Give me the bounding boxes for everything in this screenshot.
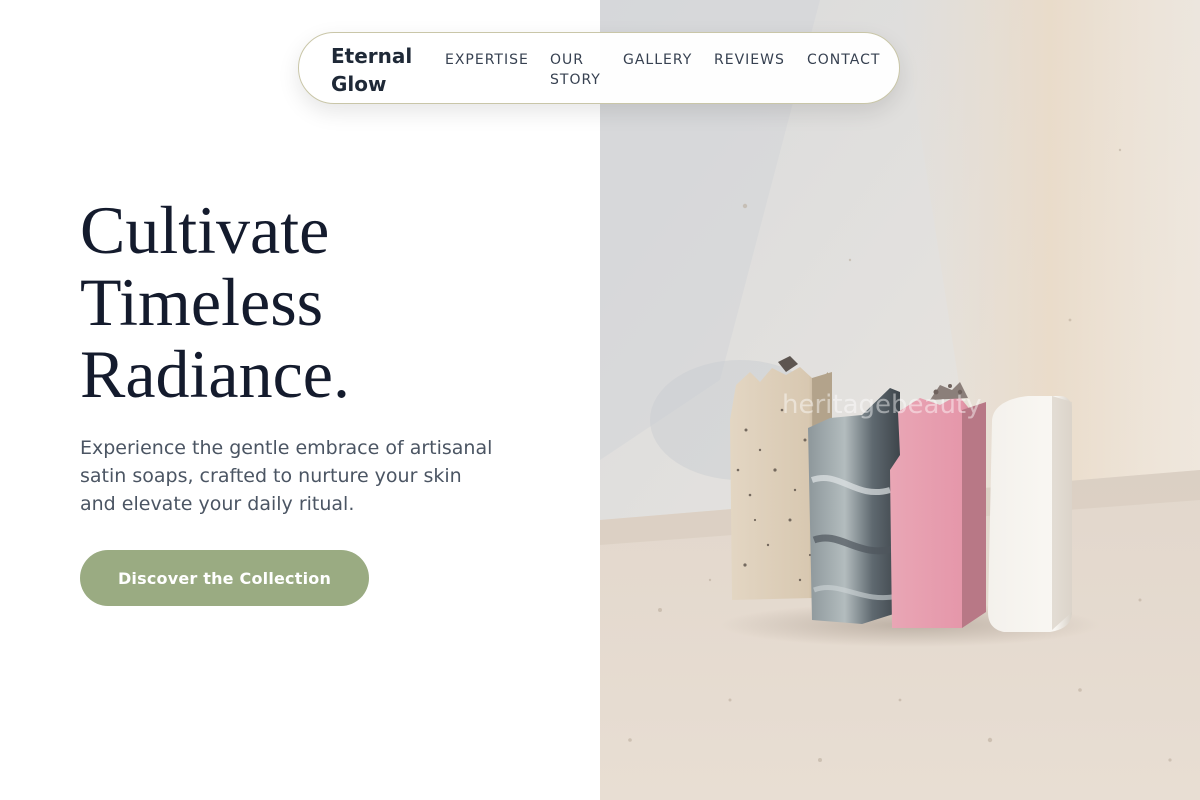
brand-line: Glow <box>331 72 387 96</box>
hero-title-line: Radiance. <box>80 336 350 412</box>
brand-line: Eternal <box>331 44 413 68</box>
hero-description-line: satin soaps, crafted to nurture your ski… <box>80 465 462 487</box>
hero-photo: heritagebeauty <box>600 0 1200 800</box>
landing-page: Cultivate Timeless Radiance. Experience … <box>0 0 1200 800</box>
nav-item-our-story[interactable]: OUR STORY <box>550 50 610 90</box>
nav-item-contact[interactable]: CONTACT <box>807 50 880 70</box>
hero-title-line: Cultivate <box>80 192 330 268</box>
brand-logo[interactable]: Eternal Glow <box>331 42 431 98</box>
nav-item-reviews[interactable]: REVIEWS <box>714 50 785 70</box>
nav-item-label: STORY <box>550 72 601 88</box>
watermark-text: heritagebeauty <box>782 390 982 420</box>
hero-section: Cultivate Timeless Radiance. Experience … <box>0 0 600 800</box>
hero-title-line: Timeless <box>80 264 324 340</box>
nav-item-gallery[interactable]: GALLERY <box>623 50 692 70</box>
hero-description-line: Experience the gentle embrace of artisan… <box>80 437 493 459</box>
top-navigation: Eternal Glow EXPERTISE OUR STORY GALLERY… <box>298 32 900 104</box>
hero-title: Cultivate Timeless Radiance. <box>80 194 560 410</box>
discover-collection-button[interactable]: Discover the Collection <box>80 550 369 606</box>
hero-description: Experience the gentle embrace of artisan… <box>80 434 530 518</box>
nav-item-label: OUR <box>550 52 584 68</box>
nav-item-expertise[interactable]: EXPERTISE <box>445 50 529 70</box>
hero-description-line: and elevate your daily ritual. <box>80 493 355 515</box>
soap-bars-image: heritagebeauty <box>600 0 1200 800</box>
